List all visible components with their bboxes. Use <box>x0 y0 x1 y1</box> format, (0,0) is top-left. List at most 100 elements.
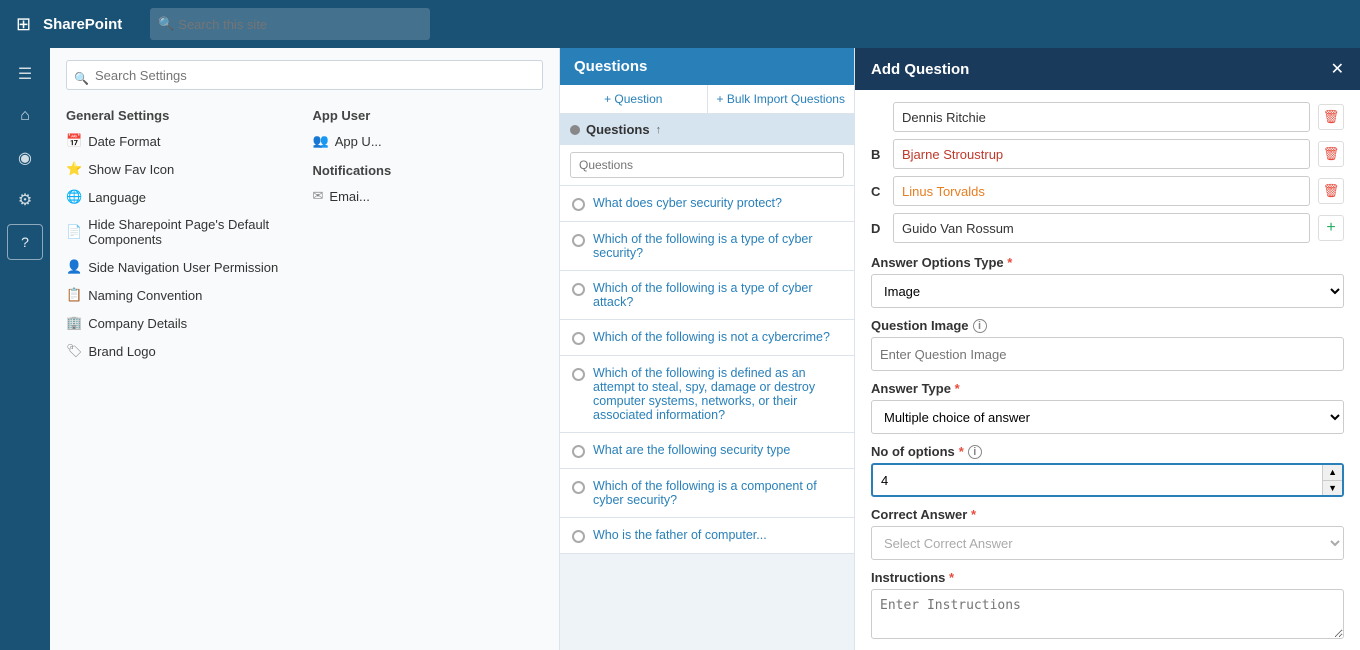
list-item[interactable]: Which of the following is a type of cybe… <box>560 271 854 320</box>
list-item[interactable]: Which of the following is a component of… <box>560 469 854 518</box>
answer-options-type-select[interactable]: Image Text <box>871 274 1344 308</box>
questions-list: What does cyber security protect? Which … <box>560 186 854 650</box>
required-star-ca: * <box>971 507 976 522</box>
settings-item-naming[interactable]: 📋 Naming Convention <box>58 281 305 309</box>
q-radio <box>572 283 585 296</box>
answer-row-b: B 🗑 <box>871 139 1344 169</box>
questions-header: Questions <box>560 48 854 85</box>
answer-type-select[interactable]: Multiple choice of answer Single choice … <box>871 400 1344 434</box>
question-text: Which of the following is not a cybercri… <box>593 330 830 344</box>
correct-answer-label: Correct Answer * <box>871 507 1344 522</box>
hide-sp-label: Hide Sharepoint Page's Default Component… <box>88 217 296 247</box>
list-item[interactable]: Which of the following is not a cybercri… <box>560 320 854 356</box>
settings-item-email[interactable]: ✉ Emai... <box>305 182 552 210</box>
question-text: What does cyber security protect? <box>593 196 782 210</box>
correct-answer-select[interactable]: Select Correct Answer ABCD <box>871 526 1344 560</box>
q-radio <box>572 198 585 211</box>
answer-delete-a[interactable]: 🗑 <box>1318 104 1344 130</box>
sidenav-icon: 👤 <box>66 259 82 275</box>
answer-input-b[interactable] <box>893 139 1310 169</box>
answer-delete-b[interactable]: 🗑 <box>1318 141 1344 167</box>
question-text: Which of the following is defined as an … <box>593 366 842 422</box>
list-item[interactable]: Who is the father of computer... <box>560 518 854 554</box>
answer-row-c: C 🗑 <box>871 176 1344 206</box>
answer-label-c: C <box>871 184 885 199</box>
question-image-input[interactable] <box>871 337 1344 371</box>
question-text: Which of the following is a type of cybe… <box>593 281 842 309</box>
bulk-import-button[interactable]: + Bulk Import Questions <box>708 85 855 113</box>
settings-item-sidenav[interactable]: 👤 Side Navigation User Permission <box>58 253 305 281</box>
instructions-textarea[interactable] <box>871 589 1344 639</box>
spinner-down[interactable]: ▼ <box>1322 481 1342 496</box>
required-star-at: * <box>955 381 960 396</box>
answer-input-a[interactable] <box>893 102 1310 132</box>
date-format-label: Date Format <box>88 134 160 149</box>
sidenav-label: Side Navigation User Permission <box>88 260 278 275</box>
sidebar-icon-settings[interactable]: ⚙ <box>7 182 43 218</box>
required-star-no: * <box>959 444 964 459</box>
questions-toolbar: + Question + Bulk Import Questions <box>560 85 854 114</box>
answer-add-d[interactable]: + <box>1318 215 1344 241</box>
close-button[interactable]: ✕ <box>1331 59 1344 79</box>
settings-panel: 🔍 General Settings 📅 Date Format ⭐ Show … <box>50 48 560 650</box>
search-wrapper: 🔍 <box>150 8 430 40</box>
list-item[interactable]: What does cyber security protect? <box>560 186 854 222</box>
questions-title: Questions <box>574 58 647 75</box>
settings-item-date-format[interactable]: 📅 Date Format <box>58 127 305 155</box>
main-layout: ☰ ⌂ ◉ ⚙ ? 🔍 General Settings 📅 Date Form… <box>0 48 1360 650</box>
settings-item-language[interactable]: 🌐 Language <box>58 183 305 211</box>
sidebar-icon-globe[interactable]: ◉ <box>7 140 43 176</box>
questions-search-input[interactable] <box>570 152 844 178</box>
add-question-header: Add Question ✕ <box>855 48 1360 90</box>
add-question-title: Add Question <box>871 61 969 78</box>
settings-search-icon: 🔍 <box>74 72 89 86</box>
list-item[interactable]: Which of the following is a type of cybe… <box>560 222 854 271</box>
instructions-label: Instructions * <box>871 570 1344 585</box>
fav-icon-icon: ⭐ <box>66 161 82 177</box>
answer-type-group: Answer Type * Multiple choice of answer … <box>871 381 1344 434</box>
settings-item-app-user[interactable]: 👥 App U... <box>305 127 552 155</box>
general-settings-title: General Settings <box>58 100 305 127</box>
answer-row-d: D + <box>871 213 1344 243</box>
sidebar-icon-menu[interactable]: ☰ <box>7 56 43 92</box>
top-nav: ⊞ SharePoint 🔍 <box>0 0 1360 48</box>
questions-panel: Questions + Question + Bulk Import Quest… <box>560 48 855 650</box>
no-of-options-input[interactable] <box>871 463 1344 497</box>
settings-item-fav-icon[interactable]: ⭐ Show Fav Icon <box>58 155 305 183</box>
list-item[interactable]: What are the following security type <box>560 433 854 469</box>
date-format-icon: 📅 <box>66 133 82 149</box>
questions-nav[interactable]: Questions ↑ <box>560 114 854 145</box>
app-user-title: App User <box>305 100 552 127</box>
answer-delete-c[interactable]: 🗑 <box>1318 178 1344 204</box>
nav-dot <box>570 125 580 135</box>
settings-search-input[interactable] <box>66 60 543 90</box>
instructions-group: Instructions * <box>871 570 1344 642</box>
q-radio <box>572 332 585 345</box>
grid-icon[interactable]: ⊞ <box>16 14 31 35</box>
spinner-up[interactable]: ▲ <box>1322 465 1342 481</box>
settings-item-hide-sp[interactable]: 📄 Hide Sharepoint Page's Default Compone… <box>58 211 305 253</box>
notifications-title: Notifications <box>305 155 552 182</box>
top-search-input[interactable] <box>150 8 430 40</box>
app-user-icon: 👥 <box>313 133 329 149</box>
sidebar-icon-help[interactable]: ? <box>7 224 43 260</box>
settings-item-company[interactable]: 🏢 Company Details <box>58 309 305 337</box>
add-question-content: 🗑 B 🗑 C 🗑 D + A <box>855 90 1360 650</box>
q-radio <box>572 368 585 381</box>
app-title: SharePoint <box>43 16 122 33</box>
answer-input-d[interactable] <box>893 213 1310 243</box>
no-of-options-group: No of options * i ➜ ▲ ▼ <box>871 444 1344 497</box>
info-icon-no: i <box>968 445 982 459</box>
email-label: Emai... <box>329 189 369 204</box>
add-question-button[interactable]: + Question <box>560 85 708 113</box>
q-radio <box>572 445 585 458</box>
sidebar-icon-home[interactable]: ⌂ <box>7 98 43 134</box>
list-item[interactable]: Which of the following is defined as an … <box>560 356 854 433</box>
question-image-label: Question Image i <box>871 318 1344 333</box>
settings-item-brand[interactable]: 🏷 Brand Logo <box>58 337 305 365</box>
answer-input-c[interactable] <box>893 176 1310 206</box>
answer-row-a: 🗑 <box>871 102 1344 132</box>
company-icon: 🏢 <box>66 315 82 331</box>
question-text: What are the following security type <box>593 443 790 457</box>
hide-sp-icon: 📄 <box>66 224 82 240</box>
